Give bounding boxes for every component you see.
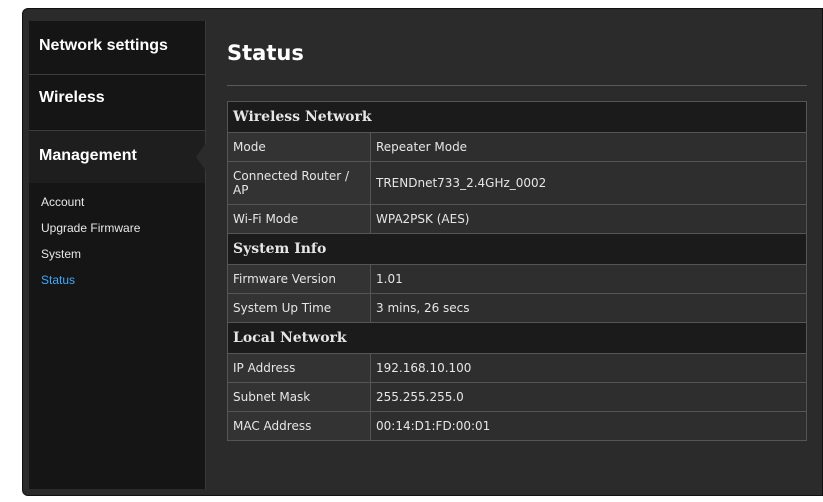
row-value-firmware-version: 1.01: [370, 264, 807, 294]
router-admin-window: Network settings Wireless Management Acc…: [22, 8, 823, 496]
sidebar-item-management-label: Management: [39, 147, 137, 164]
submenu-item-system[interactable]: System: [29, 241, 205, 267]
row-value-mac-address: 00:14:D1:FD:00:01: [370, 411, 807, 441]
row-label-ip-address: IP Address: [227, 353, 371, 383]
status-table: Wireless Network Mode Repeater Mode Conn…: [227, 101, 807, 441]
row-value-connected-router: TRENDnet733_2.4GHz_0002: [370, 161, 807, 205]
submenu-item-status[interactable]: Status: [29, 267, 205, 293]
table-row: Wi-Fi Mode WPA2PSK (AES): [227, 204, 807, 234]
row-value-system-up-time: 3 mins, 26 secs: [370, 293, 807, 323]
section-title-system-info: System Info: [227, 233, 807, 265]
section-header-row: Local Network: [227, 322, 807, 354]
section-title-wireless-network: Wireless Network: [227, 101, 807, 133]
table-row: System Up Time 3 mins, 26 secs: [227, 293, 807, 323]
row-value-subnet-mask: 255.255.255.0: [370, 382, 807, 412]
table-row: Mode Repeater Mode: [227, 132, 807, 162]
management-submenu: Account Upgrade Firmware System Status: [29, 183, 205, 293]
sidebar-item-management[interactable]: Management: [29, 131, 206, 183]
sidebar-item-wireless[interactable]: Wireless: [29, 75, 205, 131]
row-label-system-up-time: System Up Time: [227, 293, 371, 323]
row-label-firmware-version: Firmware Version: [227, 264, 371, 294]
title-divider: [227, 85, 807, 86]
row-label-mode: Mode: [227, 132, 371, 162]
main-content: Status Wireless Network Mode Repeater Mo…: [223, 21, 813, 489]
row-label-connected-router: Connected Router / AP: [227, 161, 371, 205]
table-row: IP Address 192.168.10.100: [227, 353, 807, 383]
table-row: Firmware Version 1.01: [227, 264, 807, 294]
table-row: MAC Address 00:14:D1:FD:00:01: [227, 411, 807, 441]
sidebar: Network settings Wireless Management Acc…: [29, 21, 206, 489]
row-value-wifi-mode: WPA2PSK (AES): [370, 204, 807, 234]
page-title: Status: [227, 41, 304, 65]
submenu-item-upgrade-firmware[interactable]: Upgrade Firmware: [29, 215, 205, 241]
row-value-mode: Repeater Mode: [370, 132, 807, 162]
section-header-row: System Info: [227, 233, 807, 265]
row-label-mac-address: MAC Address: [227, 411, 371, 441]
submenu-item-account[interactable]: Account: [29, 189, 205, 215]
sidebar-item-network-settings[interactable]: Network settings: [29, 21, 205, 75]
row-label-subnet-mask: Subnet Mask: [227, 382, 371, 412]
section-header-row: Wireless Network: [227, 101, 807, 133]
section-title-local-network: Local Network: [227, 322, 807, 354]
row-label-wifi-mode: Wi-Fi Mode: [227, 204, 371, 234]
table-row: Connected Router / AP TRENDnet733_2.4GHz…: [227, 161, 807, 205]
row-value-ip-address: 192.168.10.100: [370, 353, 807, 383]
active-section-notch: [196, 143, 206, 171]
table-row: Subnet Mask 255.255.255.0: [227, 382, 807, 412]
